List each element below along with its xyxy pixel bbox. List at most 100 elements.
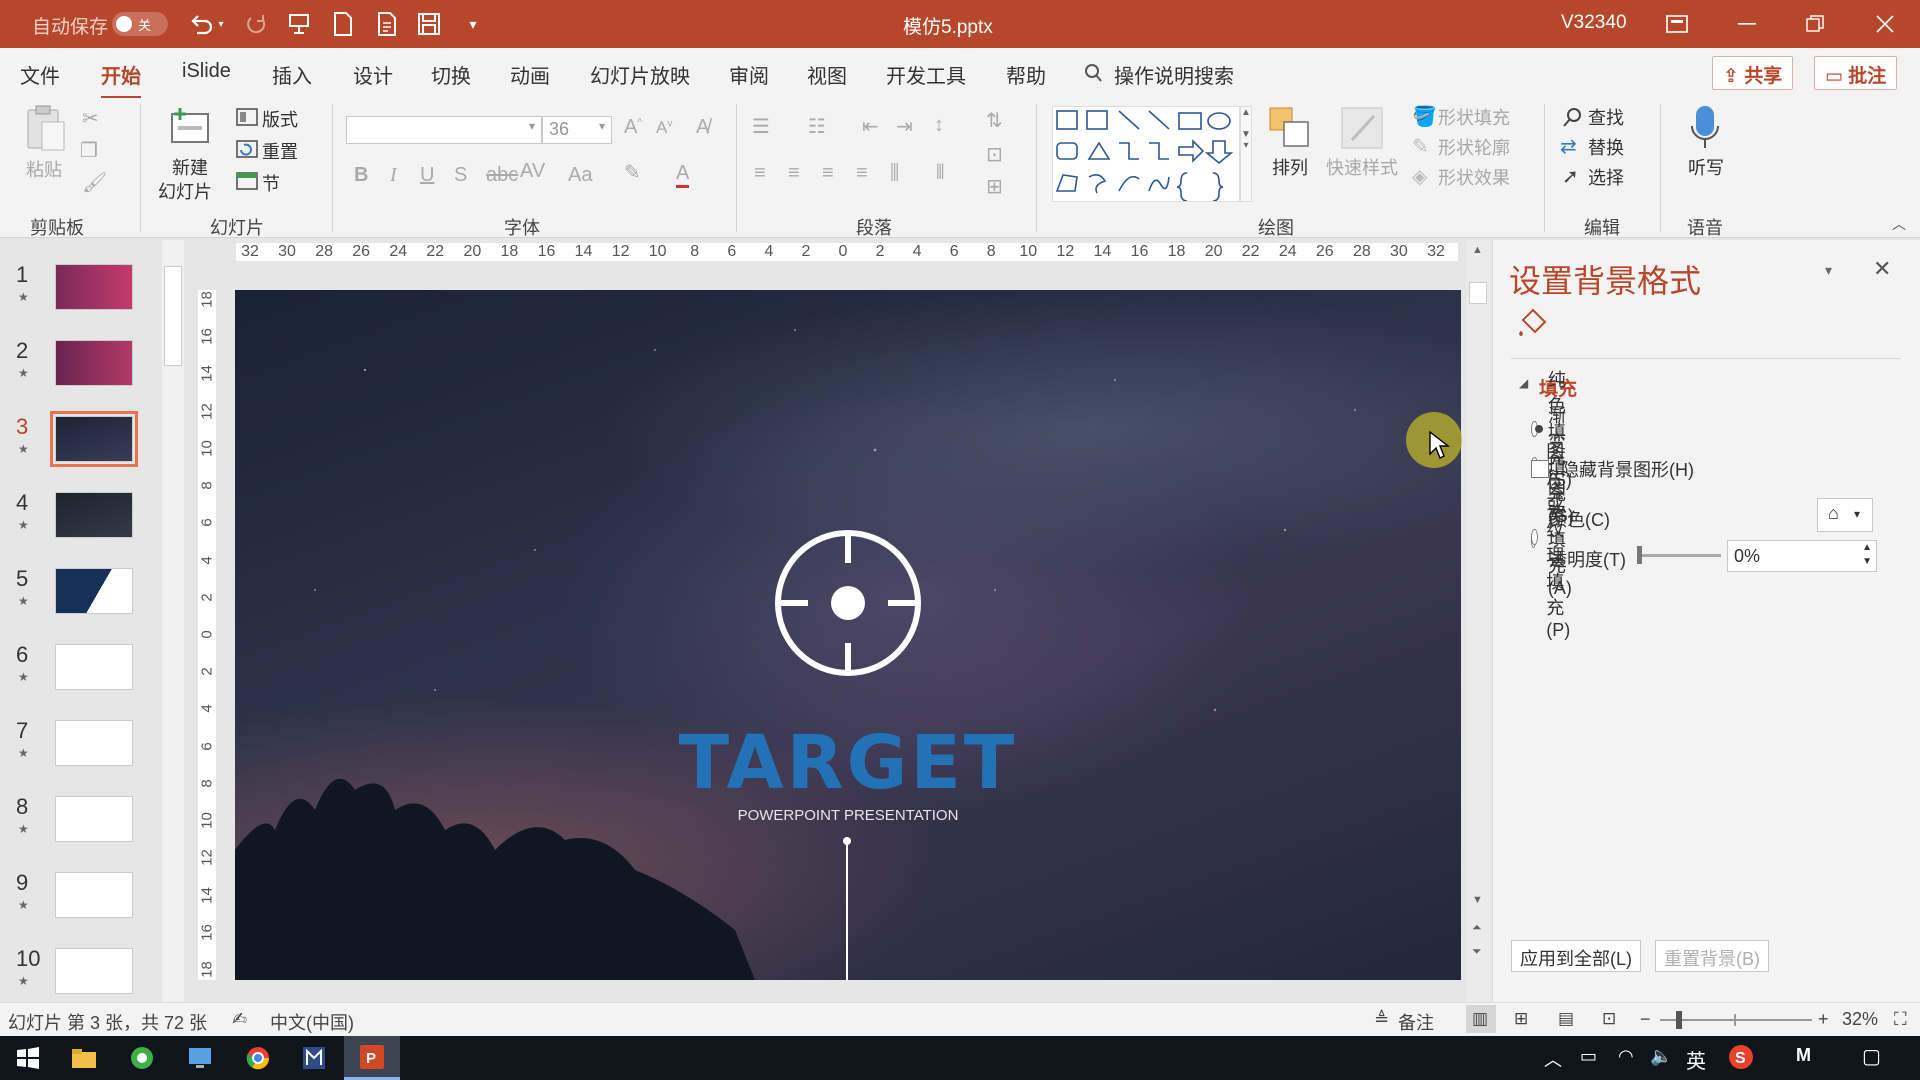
hide-background-graphics[interactable]: 隐藏背景图形(H) [1531, 456, 1694, 482]
shape-fill-button[interactable]: 形状填充 [1438, 104, 1510, 130]
columns-icon[interactable]: ⫴ [936, 162, 944, 185]
find-button[interactable]: 查找 [1588, 104, 1624, 130]
sogou-input-icon[interactable]: S [1728, 1044, 1754, 1070]
quick-styles-icon[interactable] [1340, 106, 1386, 152]
reset-background-button[interactable]: 重置背景(B) [1655, 940, 1769, 972]
format-painter-icon[interactable]: 🖌 [82, 170, 107, 195]
line-spacing-icon[interactable]: ↕ [934, 114, 944, 137]
minimize-icon[interactable] [1732, 10, 1762, 38]
change-case-icon[interactable]: Aa [568, 164, 592, 187]
tell-me-search[interactable]: 操作说明搜索 [1114, 60, 1234, 89]
highlight-icon[interactable]: ✎ [624, 160, 641, 185]
replace-button[interactable]: 替换 [1588, 134, 1624, 160]
zoom-slider[interactable] [1660, 1019, 1812, 1021]
print-preview-icon[interactable] [372, 10, 402, 38]
bullets-icon[interactable]: ☰ [752, 114, 770, 139]
zoom-slider-thumb[interactable] [1675, 1011, 1682, 1029]
fit-to-window-icon[interactable]: ⛶ [1894, 1009, 1907, 1030]
distributed-icon[interactable]: ⫼ [890, 162, 899, 185]
chrome-icon[interactable] [240, 1042, 276, 1074]
save-icon[interactable] [414, 10, 444, 38]
scroll-up-icon[interactable]: ▲ [1472, 244, 1483, 256]
scroll-thumb[interactable] [164, 266, 182, 366]
align-right-icon[interactable]: ≡ [822, 162, 834, 185]
next-slide-icon[interactable]: ⏷ [1472, 944, 1482, 959]
zoom-out-icon[interactable]: − [1640, 1009, 1651, 1030]
bold-icon[interactable]: B [354, 164, 368, 187]
ribbon-display-icon[interactable] [1662, 10, 1692, 38]
shape-outline-button[interactable]: 形状轮廓 [1438, 134, 1510, 160]
microphone-icon[interactable] [1688, 104, 1722, 150]
slide-canvas[interactable]: TARGET POWERPOINT PRESENTATION [235, 290, 1461, 980]
slide-sorter-icon[interactable]: ⊞ [1514, 1009, 1528, 1029]
paste-icon[interactable] [24, 104, 68, 154]
wifi-icon[interactable]: ◠ [1618, 1046, 1634, 1067]
slide-subtitle[interactable]: POWERPOINT PRESENTATION [235, 807, 1461, 824]
tab-view[interactable]: 视图 [807, 60, 847, 89]
apply-to-all-button[interactable]: 应用到全部(L) [1511, 940, 1641, 972]
reading-view-icon[interactable]: ▤ [1558, 1009, 1574, 1029]
transparency-slider[interactable] [1637, 554, 1721, 557]
strikethrough-icon[interactable]: abc [486, 164, 518, 187]
tab-transitions[interactable]: 切换 [431, 60, 471, 89]
radio-button[interactable] [1531, 528, 1538, 545]
file-explorer-icon[interactable] [66, 1042, 102, 1074]
section-button[interactable]: 节 [262, 170, 280, 196]
smartart-icon[interactable]: ⊞ [986, 174, 1003, 199]
quick-styles-button[interactable]: 快速样式 [1326, 154, 1398, 180]
slide-thumbnail[interactable] [55, 720, 133, 766]
spell-check-icon[interactable]: ✍ [232, 1009, 247, 1030]
tray-app-icon[interactable]: M [1796, 1045, 1811, 1066]
close-icon[interactable] [1870, 10, 1900, 38]
tab-animations[interactable]: 动画 [510, 60, 550, 89]
increase-indent-icon[interactable]: ⇥ [896, 114, 913, 139]
select-button[interactable]: 选择 [1588, 164, 1624, 190]
font-size-combo[interactable]: 36 ▾ [542, 116, 612, 144]
spinner-icon[interactable]: ▲ ▼ [1862, 541, 1872, 569]
restore-icon[interactable] [1800, 10, 1830, 38]
slide-thumbnail[interactable] [55, 264, 133, 310]
pane-options-icon[interactable]: ▾ [1825, 262, 1832, 279]
justify-icon[interactable]: ≡ [856, 162, 868, 185]
decrease-indent-icon[interactable]: ⇤ [862, 114, 879, 139]
align-left-icon[interactable]: ≡ [754, 162, 766, 185]
thumbnail-scrollbar[interactable] [162, 240, 184, 1002]
slideshow-view-icon[interactable]: ⊡ [1602, 1009, 1616, 1029]
windows-start-icon[interactable] [10, 1042, 46, 1074]
movie-app-icon[interactable] [296, 1042, 332, 1074]
tab-help[interactable]: 帮助 [1006, 60, 1046, 89]
char-spacing-icon[interactable]: AV [520, 160, 545, 183]
arrange-icon[interactable] [1268, 106, 1312, 150]
numbering-icon[interactable]: ☷ [808, 114, 826, 139]
gallery-scroll[interactable]: ▲ ▼ ▾ [1240, 106, 1252, 202]
undo-dropdown-icon[interactable]: ▾ [214, 10, 228, 38]
tab-islide[interactable]: iSlide [182, 60, 231, 83]
transparency-input[interactable]: 0% ▲ ▼ [1727, 540, 1877, 572]
collapse-ribbon-icon[interactable]: ︿ [1892, 214, 1906, 234]
action-center-icon[interactable]: ▢ [1862, 1044, 1881, 1069]
ime-indicator[interactable]: 英 [1686, 1045, 1706, 1074]
decrease-font-icon[interactable]: Av [656, 118, 672, 138]
autosave-toggle[interactable]: 关 [112, 12, 168, 36]
shadow-icon[interactable]: S [454, 164, 467, 187]
battery-icon[interactable]: ▭ [1580, 1046, 1597, 1067]
new-file-icon[interactable] [328, 10, 358, 38]
powerpoint-taskbar-icon[interactable]: P [344, 1036, 400, 1080]
arrange-button[interactable]: 排列 [1272, 154, 1308, 180]
italic-icon[interactable]: I [390, 164, 397, 187]
slide-thumbnail[interactable] [55, 340, 133, 386]
align-text-icon[interactable]: ⊡ [986, 142, 1003, 167]
section-collapse-icon[interactable]: ◢ [1519, 376, 1528, 390]
tab-review[interactable]: 审阅 [729, 60, 769, 89]
language-indicator[interactable]: 中文(中国) [270, 1009, 354, 1035]
checkbox[interactable] [1531, 460, 1549, 478]
tab-home[interactable]: 开始 [101, 60, 141, 99]
zoom-level[interactable]: 32% [1842, 1009, 1878, 1030]
layout-button[interactable]: 版式 [262, 106, 298, 132]
undo-icon[interactable] [186, 10, 216, 38]
new-slide-label2[interactable]: 幻灯片 [158, 178, 212, 204]
copy-icon[interactable]: ❐ [80, 138, 98, 163]
transparency-slider-thumb[interactable] [1637, 546, 1642, 564]
customize-qat-icon[interactable]: ▾ [458, 10, 488, 38]
tab-file[interactable]: 文件 [20, 60, 60, 89]
